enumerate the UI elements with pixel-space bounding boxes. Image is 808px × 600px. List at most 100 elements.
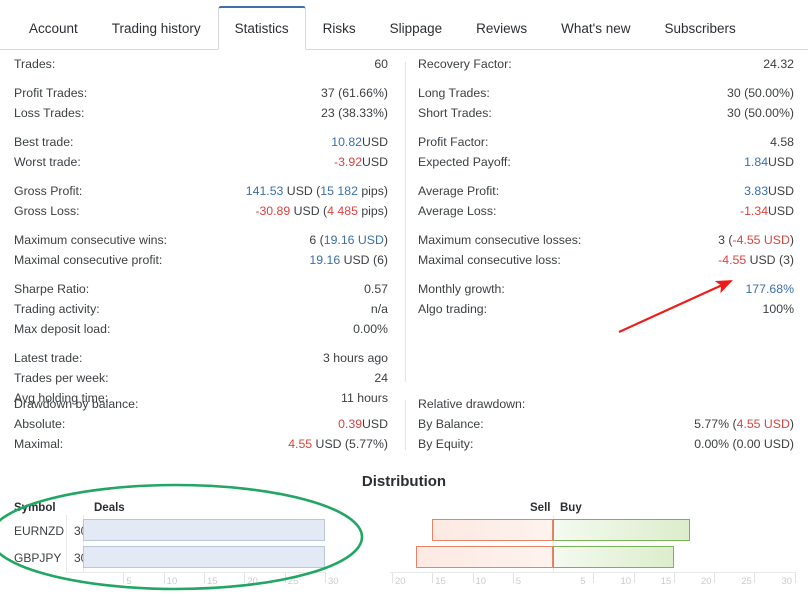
axis-mark bbox=[204, 572, 205, 583]
stat-row: Sharpe Ratio: 0.57 bbox=[14, 283, 388, 303]
axis-tick-label: 10 bbox=[475, 576, 487, 587]
drawdown-label: By Balance: bbox=[418, 417, 484, 431]
drawdown-section: Drawdown by balance: Absolute: 0.39USD Maxi… bbox=[0, 398, 808, 458]
stat-value: 3 hours ago bbox=[323, 351, 388, 365]
axis-tick-label: 15 bbox=[207, 576, 218, 587]
stat-label: Profit Trades: bbox=[14, 86, 88, 100]
axis-tick-label: 20 bbox=[701, 576, 712, 587]
axis-tick-label: 10 bbox=[620, 576, 632, 587]
stat-value: 30 (50.00%) bbox=[727, 106, 794, 120]
drawdown-value: 0.39USD bbox=[338, 417, 388, 431]
drawdown-title-row: Relative drawdown: bbox=[418, 398, 794, 418]
stat-row: Expected Payoff: 1.84USD bbox=[418, 156, 794, 176]
axis-tick-label: 30 bbox=[781, 576, 793, 587]
stat-label: Long Trades: bbox=[418, 86, 490, 100]
legend-buy: Buy bbox=[560, 502, 582, 514]
bar-buy bbox=[553, 546, 674, 568]
stat-label: Profit Factor: bbox=[418, 135, 489, 149]
tab-slippage[interactable]: Slippage bbox=[373, 6, 460, 50]
axis-mark bbox=[593, 572, 595, 583]
tab-account[interactable]: Account bbox=[12, 6, 95, 50]
axis-tick-label: 20 bbox=[247, 576, 258, 587]
axis-tick-label: 30 bbox=[328, 576, 339, 587]
axis-tick-label: 5 bbox=[580, 576, 586, 587]
bar-sell bbox=[416, 546, 553, 568]
stat-row: Average Profit: 3.83USD bbox=[418, 185, 794, 205]
stats-column-right: Recovery Factor: 24.32 Long Trades: 30 (50.… bbox=[406, 58, 808, 323]
stat-label: Maximal consecutive profit: bbox=[14, 253, 163, 267]
drawdown-value: 5.77% (4.55 USD) bbox=[694, 417, 794, 431]
tab-reviews[interactable]: Reviews bbox=[459, 6, 544, 50]
drawdown-value: 0.00% (0.00 USD) bbox=[694, 437, 794, 451]
stat-label: Trading activity: bbox=[14, 302, 100, 316]
drawdown-row: By Equity: 0.00% (0.00 USD) bbox=[418, 438, 794, 458]
axis-tick-label: 20 bbox=[395, 576, 406, 587]
bar-sell bbox=[432, 519, 553, 541]
tab-risks[interactable]: Risks bbox=[306, 6, 373, 50]
axis-mark bbox=[284, 572, 286, 583]
stat-value: -1.34USD bbox=[740, 204, 794, 218]
stat-label: Best trade: bbox=[14, 135, 74, 149]
stat-value: 3 (-4.55 USD) bbox=[718, 233, 794, 247]
stat-label: Gross Profit: bbox=[14, 184, 83, 198]
tab-subscribers[interactable]: Subscribers bbox=[648, 6, 753, 50]
stat-label: Worst trade: bbox=[14, 155, 81, 169]
axis-tick-label: 25 bbox=[287, 576, 299, 587]
stat-label: Maximum consecutive wins: bbox=[14, 233, 168, 247]
stat-row: Monthly growth: 177.68% bbox=[418, 283, 794, 303]
stat-label: Latest trade: bbox=[14, 351, 83, 365]
distribution-chart: Symbol Deals Sell Buy EURNZD 30 GBPJPY 30 5 1… bbox=[0, 497, 808, 600]
stat-value: 100% bbox=[762, 302, 794, 316]
stat-value: 4.58 bbox=[770, 135, 794, 149]
drawdown-by-balance: Drawdown by balance: Absolute: 0.39USD Maxi… bbox=[0, 398, 400, 458]
bar-deals bbox=[83, 519, 325, 541]
axis-tick-label: 5 bbox=[126, 576, 132, 587]
stat-row: Profit Factor: 4.58 bbox=[418, 136, 794, 156]
statistics-grid: Trades: 60 Profit Trades: 37 (61.66%) Loss T… bbox=[0, 58, 808, 405]
col-header-symbol: Symbol bbox=[14, 502, 56, 514]
stat-label: Expected Payoff: bbox=[418, 155, 511, 169]
stats-column-left: Trades: 60 Profit Trades: 37 (61.66%) Loss T… bbox=[0, 58, 400, 412]
drawdown-row: Absolute: 0.39USD bbox=[14, 418, 388, 438]
stat-value: -30.89 USD (4 485 pips) bbox=[255, 204, 388, 218]
stat-label: Average Profit: bbox=[418, 184, 500, 198]
stat-row: Maximal consecutive profit: 19.16 USD (6) bbox=[14, 254, 388, 274]
stat-label: Gross Loss: bbox=[14, 204, 80, 218]
stat-label: Max deposit load: bbox=[14, 322, 111, 336]
chart-symbol-label: GBPJPY bbox=[14, 551, 62, 565]
stat-row: Short Trades: 30 (50.00%) bbox=[418, 107, 794, 127]
tab-what-s-new[interactable]: What's new bbox=[544, 6, 647, 50]
stat-row: Worst trade: -3.92USD bbox=[14, 156, 388, 176]
distribution-title: Distribution bbox=[361, 473, 447, 490]
stat-row: Average Loss: -1.34USD bbox=[418, 205, 794, 225]
stat-row: Long Trades: 30 (50.00%) bbox=[418, 87, 794, 107]
stat-label: Trades: bbox=[14, 57, 56, 71]
stat-row: Maximum consecutive losses: 3 (-4.55 USD) bbox=[418, 234, 794, 254]
axis-mark bbox=[633, 572, 635, 583]
stat-label: Monthly growth: bbox=[418, 282, 505, 296]
tab-statistics[interactable]: Statistics bbox=[217, 6, 306, 50]
stat-label: Sharpe Ratio: bbox=[14, 282, 90, 296]
stat-row: Gross Profit: 141.53 USD (15 182 pips) bbox=[14, 185, 388, 205]
stat-value: 1.84USD bbox=[744, 155, 794, 169]
stat-row: Profit Trades: 37 (61.66%) bbox=[14, 87, 388, 107]
stat-row: Maximum consecutive wins: 6 (19.16 USD) bbox=[14, 234, 388, 254]
axis-tick-label: 25 bbox=[741, 576, 752, 587]
stat-value: -3.92USD bbox=[334, 155, 388, 169]
stat-label: Maximal consecutive loss: bbox=[418, 253, 561, 267]
stat-value: 60 bbox=[374, 57, 388, 71]
stat-label: Maximum consecutive losses: bbox=[418, 233, 582, 247]
stat-value: 141.53 USD (15 182 pips) bbox=[245, 184, 388, 198]
drawdown-title-row: Drawdown by balance: bbox=[14, 398, 388, 418]
drawdown-value: 4.55 USD (5.77%) bbox=[288, 437, 388, 451]
stat-row: Trades per week: 24 bbox=[14, 372, 388, 392]
stat-row: Max deposit load: 0.00% bbox=[14, 323, 388, 343]
stat-value: 3.83USD bbox=[744, 184, 794, 198]
drawdown-row: Maximal: 4.55 USD (5.77%) bbox=[14, 438, 388, 458]
tab-trading-history[interactable]: Trading history bbox=[95, 6, 218, 50]
axis-mark bbox=[325, 572, 326, 583]
stat-label: Average Loss: bbox=[418, 204, 497, 218]
stat-row: Loss Trades: 23 (38.33%) bbox=[14, 107, 388, 127]
axis-mark bbox=[163, 572, 165, 583]
axis-tick-label: 15 bbox=[660, 576, 672, 587]
